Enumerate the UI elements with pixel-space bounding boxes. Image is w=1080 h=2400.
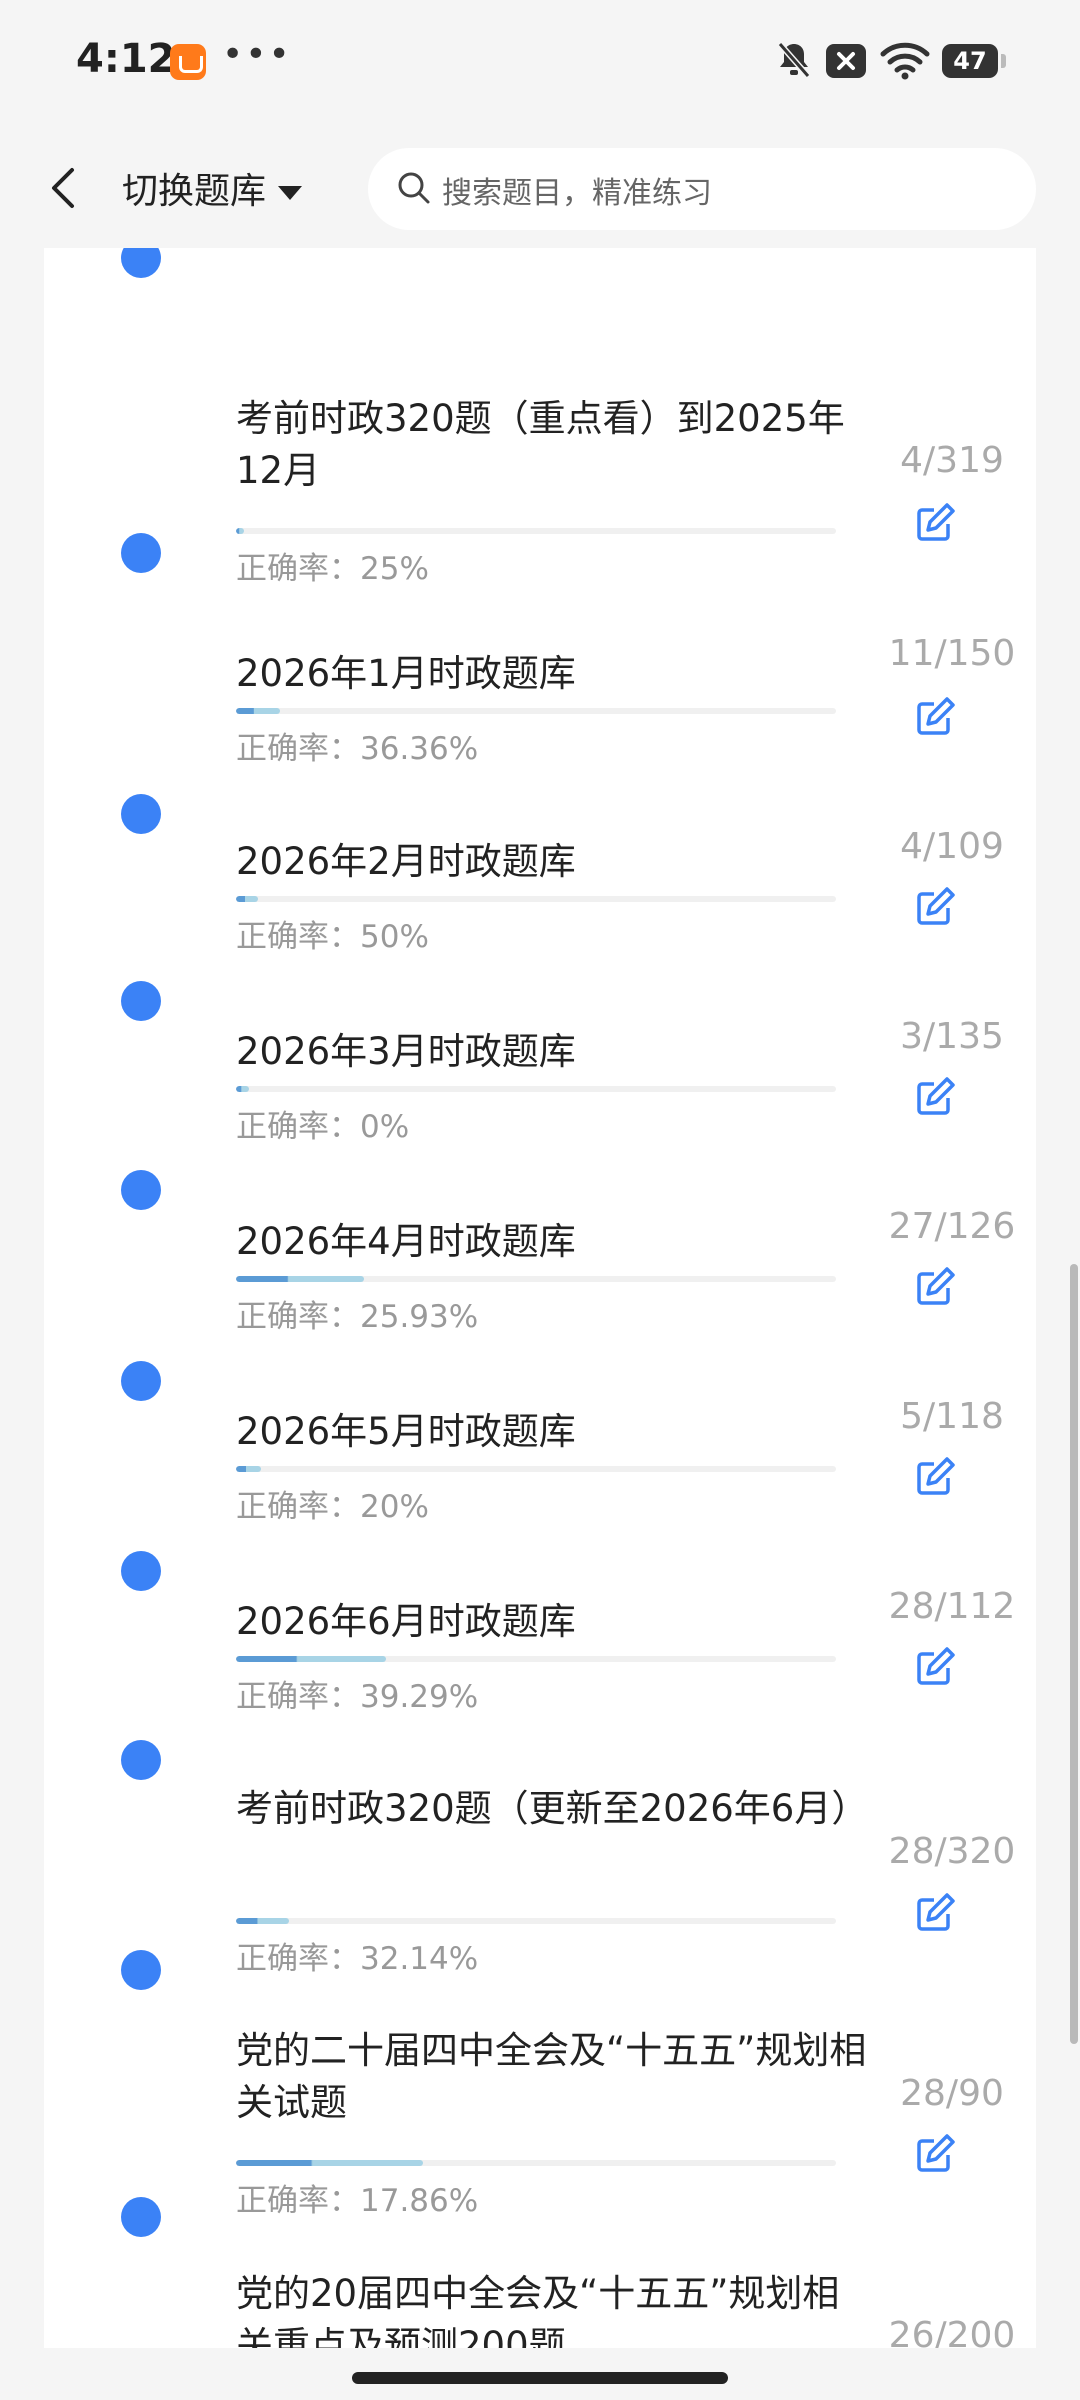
progress-fill — [236, 1918, 289, 1924]
switch-bank-label: 切换题库 — [122, 171, 267, 212]
search-placeholder: 搜索题目，精准练习 — [442, 176, 712, 211]
progress-fill — [236, 2160, 423, 2166]
item-title: 2026年2月时政题库 — [236, 840, 576, 883]
status-dot — [121, 1551, 161, 1591]
shopping-app-icon — [170, 44, 206, 80]
accuracy-text: 正确率：25% — [236, 551, 429, 587]
item-title: 2026年4月时政题库 — [236, 1220, 576, 1263]
home-indicator[interactable] — [352, 2372, 728, 2384]
search-icon — [398, 172, 430, 204]
progress-count: 28/112 — [888, 1586, 1016, 1627]
item-title: 党的二十届四中全会及“十五五”规划相关试题 — [236, 2029, 867, 2124]
edit-icon[interactable] — [914, 2131, 958, 2175]
caret-down-icon — [278, 186, 303, 200]
battery-indicator: 47 — [942, 44, 1006, 78]
status-dot — [121, 1740, 161, 1780]
progress-fill — [236, 528, 244, 534]
progress-bar — [236, 1656, 836, 1662]
status-dot — [121, 1950, 161, 1990]
progress-count: 28/90 — [900, 2073, 1004, 2114]
scrollbar[interactable] — [1070, 1264, 1078, 2044]
edit-icon[interactable] — [914, 1644, 958, 1688]
item-title: 2026年3月时政题库 — [236, 1030, 576, 1073]
progress-count: 4/109 — [900, 826, 1004, 867]
progress-bar — [236, 528, 836, 534]
edit-icon[interactable] — [914, 1264, 958, 1308]
question-bank-list: 正确率：0% 考前时政320题（重点看）到2025年12月正确率：25% 4/319… — [44, 248, 1036, 2348]
progress-bar — [236, 708, 836, 714]
progress-bar — [236, 1276, 836, 1282]
progress-fill — [236, 1086, 250, 1092]
edit-icon[interactable] — [914, 884, 958, 928]
edit-icon[interactable] — [914, 500, 958, 544]
progress-count: 28/320 — [888, 1831, 1016, 1872]
progress-count: 3/135 — [900, 1016, 1004, 1057]
accuracy-text: 正确率：39.29% — [236, 1679, 479, 1715]
status-dot — [121, 1170, 161, 1210]
status-dot — [121, 248, 161, 278]
status-dot — [121, 794, 161, 834]
item-title: 考前时政320题（重点看）到2025年12月 — [236, 397, 845, 492]
close-box-icon — [826, 44, 866, 78]
progress-count: 27/126 — [888, 1206, 1016, 1247]
progress-fill — [236, 1276, 365, 1282]
progress-bar — [236, 1918, 836, 1924]
progress-fill — [236, 708, 280, 714]
top-header: 切换题库 搜索题目，精准练习 — [0, 130, 1080, 248]
accuracy-text: 正确率：36.36% — [236, 731, 479, 767]
progress-bar — [236, 1086, 836, 1092]
more-notifications-icon: ••• — [222, 34, 292, 75]
back-arrow-icon[interactable] — [44, 158, 84, 218]
edit-icon[interactable] — [914, 694, 958, 738]
status-dot — [121, 981, 161, 1021]
item-title: 2026年1月时政题库 — [236, 652, 576, 695]
progress-count: 11/150 — [888, 633, 1016, 674]
progress-fill — [236, 1656, 386, 1662]
status-bar: 4:12 ••• 47 — [0, 0, 1080, 130]
progress-bar — [236, 896, 836, 902]
status-dot — [121, 533, 161, 573]
switch-bank-button[interactable]: 切换题库 — [122, 162, 303, 214]
accuracy-text: 正确率：25.93% — [236, 1299, 479, 1335]
item-title: 2026年6月时政题库 — [236, 1600, 576, 1643]
status-time: 4:12 — [76, 36, 176, 82]
accuracy-text: 正确率：32.14% — [236, 1941, 479, 1977]
progress-bar — [236, 1466, 836, 1472]
progress-fill — [236, 896, 259, 902]
progress-fill — [236, 1466, 262, 1472]
edit-icon[interactable] — [914, 1890, 958, 1934]
item-title: 考前时政320题（更新至2026年6月） — [236, 1787, 869, 1830]
search-bar[interactable]: 搜索题目，精准练习 — [368, 148, 1036, 230]
wifi-icon — [880, 42, 930, 80]
progress-count: 5/118 — [900, 1396, 1004, 1437]
item-title: 2026年5月时政题库 — [236, 1410, 576, 1453]
mute-bell-icon — [777, 42, 811, 78]
edit-icon[interactable] — [914, 1074, 958, 1118]
status-dot — [121, 2197, 161, 2237]
accuracy-text: 正确率：17.86% — [236, 2183, 479, 2219]
item-title: 党的20届四中全会及“十五五”规划相关重点及预测200题 — [236, 2272, 840, 2348]
accuracy-text: 正确率：50% — [236, 919, 429, 955]
progress-count: 26/200 — [888, 2315, 1016, 2348]
accuracy-text: 正确率：20% — [236, 1489, 429, 1525]
progress-count: 4/319 — [900, 440, 1004, 481]
edit-icon[interactable] — [914, 1454, 958, 1498]
status-dot — [121, 1361, 161, 1401]
accuracy-text: 正确率：0% — [236, 1109, 410, 1145]
progress-bar — [236, 2160, 836, 2166]
